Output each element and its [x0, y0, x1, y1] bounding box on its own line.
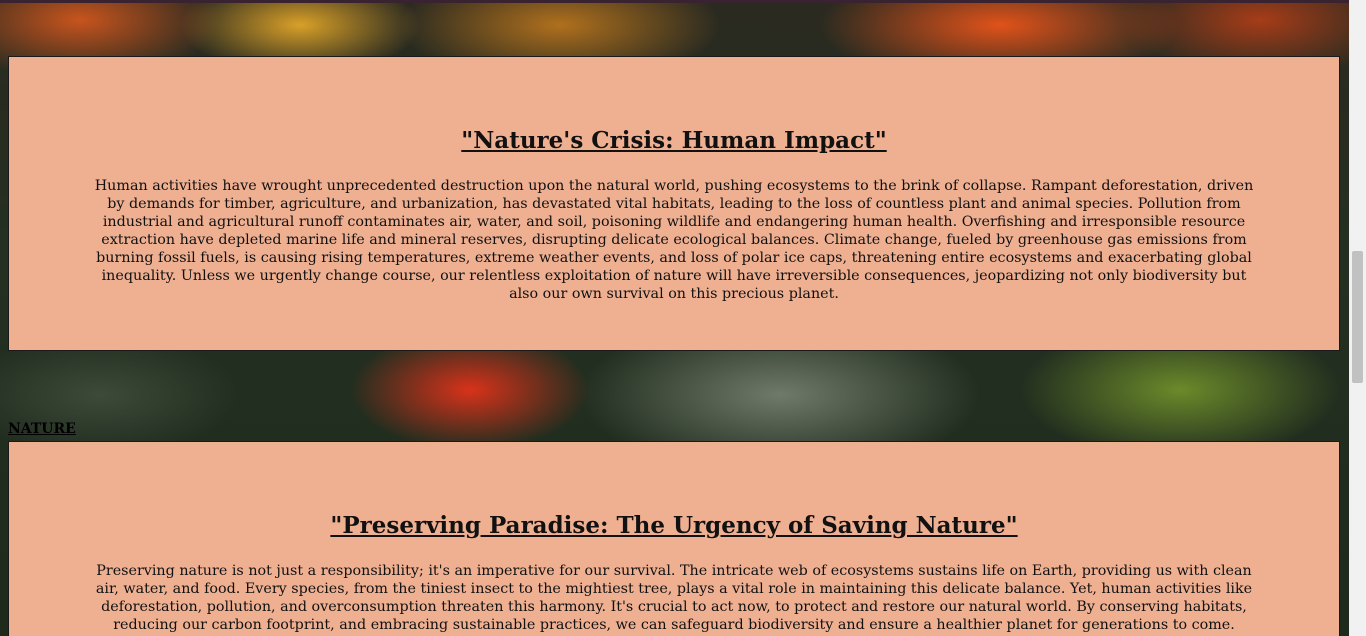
section-paragraph: Human activities have wrought unpreceden… [94, 178, 1254, 302]
nature-link[interactable]: NATURE [8, 421, 76, 437]
section-title: "Nature's Crisis: Human Impact" [461, 127, 887, 154]
section-paragraph: Preserving nature is not just a responsi… [95, 563, 1253, 636]
scrollbar-thumb[interactable] [1352, 251, 1363, 383]
vertical-scrollbar[interactable] [1349, 0, 1366, 636]
content-section-preserving-paradise: "Preserving Paradise: The Urgency of Sav… [8, 441, 1340, 636]
content-section-human-impact: "Nature's Crisis: Human Impact" Human ac… [8, 56, 1340, 351]
top-edge [0, 0, 1349, 3]
section-title: "Preserving Paradise: The Urgency of Sav… [330, 512, 1018, 539]
